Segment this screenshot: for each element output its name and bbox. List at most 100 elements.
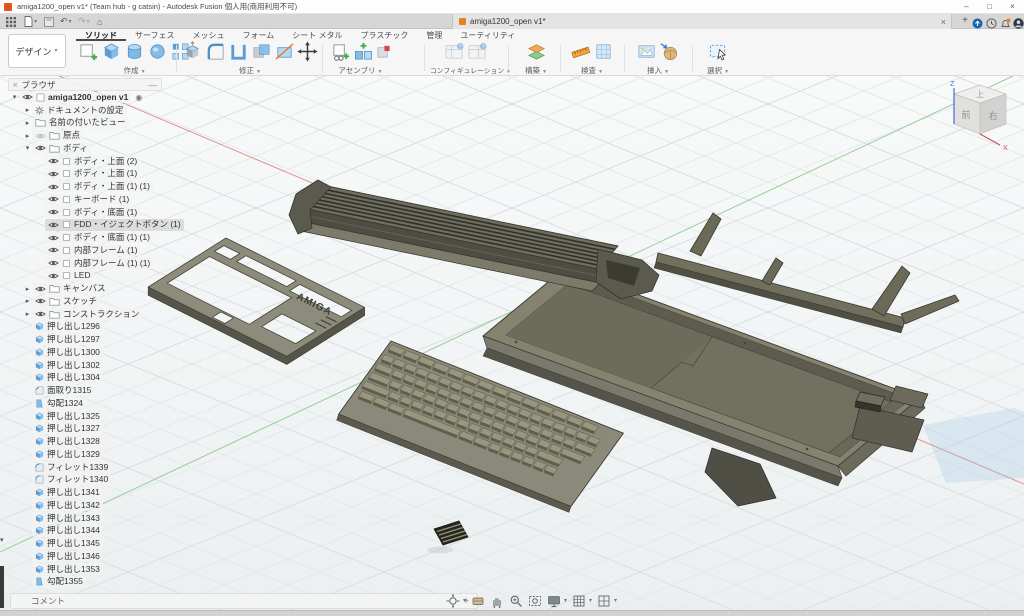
tree-row-11[interactable]: ボディ・底面 (1) (1) [8, 231, 162, 244]
tree-expand-icon[interactable]: ▸ [23, 285, 32, 293]
tree-row-7[interactable]: ボディ・上面 (1) (1) [8, 180, 162, 193]
tree-row-33[interactable]: 押し出し1343 [8, 512, 162, 525]
grid-settings-icon[interactable] [572, 594, 586, 608]
tree-row-37[interactable]: 押し出し1353 [8, 563, 162, 576]
panel-scroll-arrow-icon[interactable]: ▾ [0, 536, 4, 544]
visibility-eye-icon[interactable] [48, 208, 59, 216]
panel-scrollbar[interactable] [0, 566, 4, 608]
sweep-icon[interactable] [147, 41, 168, 62]
collapse-panel-icon[interactable]: « [13, 80, 17, 89]
tree-row-18[interactable]: 押し出し1296 [8, 321, 162, 334]
home-icon[interactable]: ⌂ [97, 15, 102, 28]
visibility-eye-icon[interactable] [48, 170, 59, 178]
ribbon-tab-2[interactable]: メッシュ [184, 29, 234, 41]
tree-expand-icon[interactable]: ▸ [23, 297, 32, 305]
display-settings-icon[interactable] [547, 594, 561, 608]
visibility-eye-icon[interactable] [48, 246, 59, 254]
undo-icon[interactable]: ↶▾ [60, 15, 72, 28]
viewcube-face-top[interactable]: 上 [976, 90, 984, 99]
press-pull-icon[interactable] [182, 41, 203, 62]
group-label-configure[interactable]: コンフィギュレーション [430, 68, 504, 75]
tree-row-32[interactable]: 押し出し1342 [8, 499, 162, 512]
configuration-table-icon[interactable]: ? [467, 41, 488, 62]
tree-row-9[interactable]: ボディ・底面 (1) [8, 206, 162, 219]
tree-row-4[interactable]: ▾ボディ [8, 142, 162, 155]
tree-row-34[interactable]: 押し出し1344 [8, 525, 162, 538]
group-label-select[interactable]: 選択 [707, 66, 722, 75]
configuration-icon[interactable]: ? [444, 41, 465, 62]
visibility-eye-icon[interactable] [48, 195, 59, 203]
visibility-eye-icon[interactable] [48, 234, 59, 242]
close-button[interactable]: × [1001, 0, 1024, 14]
viewports-caret-icon[interactable]: ▾ [614, 597, 617, 604]
group-label-construct[interactable]: 構築 [525, 66, 540, 75]
tree-row-29[interactable]: フィレット1339 [8, 461, 162, 474]
tree-row-0[interactable]: ▾amiga1200_open v1◉ [8, 91, 162, 104]
tree-row-1[interactable]: ▸ドキュメントの設定 [8, 104, 162, 117]
maximize-button[interactable]: □ [978, 0, 1001, 14]
shell-icon[interactable] [228, 41, 249, 62]
tree-row-38[interactable]: 勾配1355 [8, 576, 162, 589]
tree-row-12[interactable]: 内部フレーム (1) [8, 244, 162, 257]
tree-row-20[interactable]: 押し出し1300 [8, 346, 162, 359]
visibility-eye-icon[interactable] [48, 272, 59, 280]
visibility-eye-icon[interactable] [35, 297, 46, 305]
visibility-eye-icon[interactable] [48, 259, 59, 267]
group-label-inspect[interactable]: 検査 [581, 66, 596, 75]
visibility-eye-icon[interactable] [48, 157, 59, 165]
ribbon-tab-0[interactable]: ソリッド [76, 29, 126, 41]
minimize-button[interactable]: – [955, 0, 978, 14]
display-settings-caret-icon[interactable]: ▾ [564, 597, 567, 604]
ribbon-tab-3[interactable]: フォーム [234, 29, 284, 41]
new-component-icon[interactable] [330, 41, 351, 62]
insert-mesh-icon[interactable] [659, 41, 680, 62]
rigid-group-icon[interactable] [376, 44, 391, 59]
pan-icon[interactable] [490, 594, 504, 608]
tree-expand-icon[interactable]: ▸ [23, 310, 32, 318]
visibility-eye-icon[interactable] [48, 221, 59, 229]
tree-row-13[interactable]: 内部フレーム (1) (1) [8, 257, 162, 270]
tree-collapse-icon[interactable]: ▾ [23, 144, 32, 152]
combine-icon[interactable] [251, 41, 272, 62]
tree-row-10[interactable]: FDD・イジェクトボタン (1) [8, 219, 162, 232]
move-icon[interactable] [297, 41, 318, 62]
minimize-panel-icon[interactable]: — [149, 80, 158, 90]
tree-row-36[interactable]: 押し出し1346 [8, 550, 162, 563]
ribbon-tab-1[interactable]: サーフェス [126, 29, 184, 41]
visibility-eye-icon[interactable] [35, 144, 46, 152]
orbit-caret-icon[interactable]: ▾ [463, 597, 466, 604]
group-label-modify[interactable]: 修正 [239, 66, 254, 75]
create-sketch-icon[interactable] [78, 41, 99, 62]
group-label-assemble[interactable]: アセンブリ [338, 66, 375, 75]
ribbon-tab-5[interactable]: プラスチック [352, 29, 418, 41]
tree-row-3[interactable]: ▸原点 [8, 129, 162, 142]
joint-icon[interactable] [353, 41, 374, 62]
tree-expand-icon[interactable]: ▸ [23, 119, 32, 127]
canvas-image-icon[interactable] [636, 41, 657, 62]
comment-bar[interactable]: コメント + [10, 593, 478, 609]
tree-row-23[interactable]: 面取り1315 [8, 384, 162, 397]
tree-row-14[interactable]: LED [8, 270, 162, 283]
viewcube-face-front[interactable]: 前 [961, 109, 970, 120]
tree-row-30[interactable]: フィレット1340 [8, 474, 162, 487]
measure-icon[interactable] [570, 41, 591, 62]
tree-row-16[interactable]: ▸スケッチ [8, 295, 162, 308]
visibility-eye-icon[interactable] [22, 93, 33, 101]
visibility-eye-icon[interactable] [35, 310, 46, 318]
new-tab-button[interactable]: + [958, 14, 972, 29]
section-analysis-icon[interactable] [593, 41, 614, 62]
save-icon[interactable] [44, 15, 54, 28]
look-at-icon[interactable] [471, 594, 485, 608]
tree-row-24[interactable]: 勾配1324 [8, 397, 162, 410]
visibility-eye-icon[interactable] [35, 132, 46, 140]
browser-panel-header[interactable]: « ブラウザ — [8, 78, 162, 91]
ribbon-tab-6[interactable]: 管理 [417, 29, 451, 41]
zoom-icon[interactable] [509, 594, 523, 608]
viewports-icon[interactable] [597, 594, 611, 608]
extrude-icon[interactable] [101, 41, 122, 62]
visibility-eye-icon[interactable] [48, 183, 59, 191]
fit-icon[interactable] [528, 594, 542, 608]
document-tab[interactable]: amiga1200_open v1* × [452, 14, 952, 29]
tree-expand-icon[interactable]: ▸ [23, 132, 32, 140]
tree-row-26[interactable]: 押し出し1327 [8, 423, 162, 436]
